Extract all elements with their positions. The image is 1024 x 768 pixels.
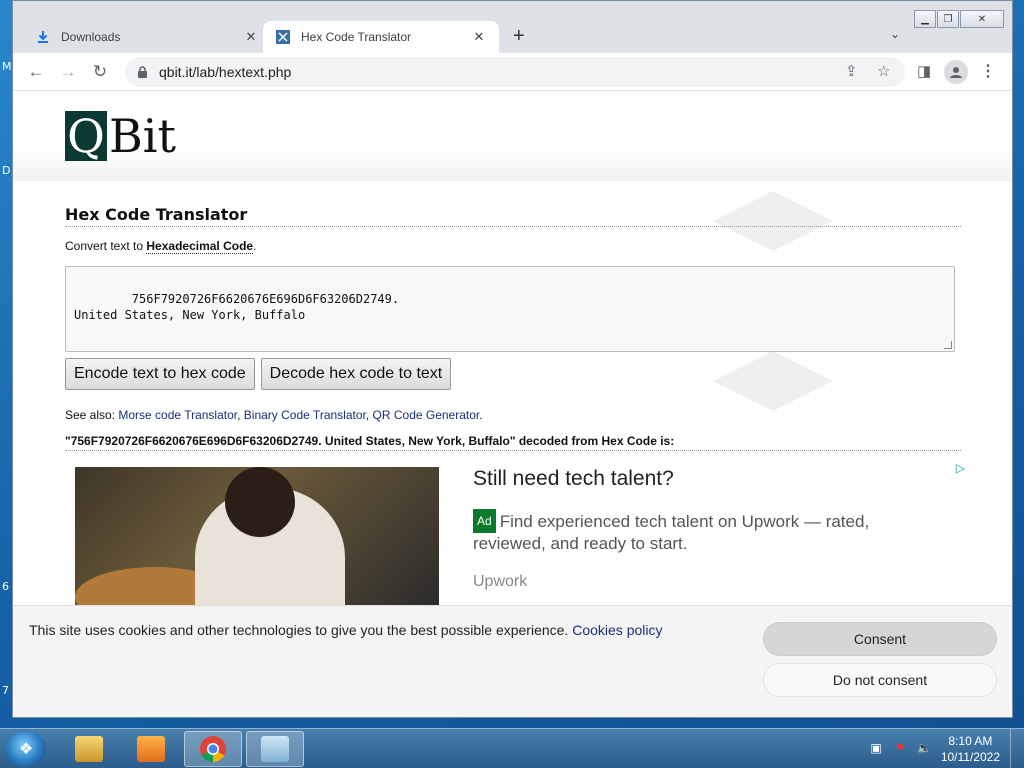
tab-downloads[interactable]: Downloads ✕ (23, 21, 271, 53)
download-icon (35, 29, 51, 45)
back-arrow-icon[interactable]: ← (25, 61, 47, 83)
minimize-button[interactable]: ▁ (914, 10, 936, 28)
share-icon[interactable]: ⇪ (845, 62, 858, 80)
desktop-icon-label: 7 (2, 684, 9, 697)
decode-button[interactable]: Decode hex code to text (260, 358, 452, 390)
system-clock[interactable]: 8:10 AM 10/11/2022 (941, 733, 1000, 765)
side-panel-icon[interactable]: ◨ (917, 62, 931, 80)
url-text: qbit.it/lab/hextext.php (159, 64, 292, 80)
close-icon[interactable]: ✕ (243, 29, 259, 45)
desktop-icon-label: D (2, 164, 11, 177)
desktop-icon-label: M (2, 60, 12, 73)
cookie-message: This site uses cookies and other technol… (29, 622, 662, 638)
subtitle: Convert text to Hexadecimal Code. (65, 239, 961, 254)
web-page: Q Bit Hex Code Translator Convert text t… (13, 91, 1012, 717)
more-menu-icon[interactable]: ⋮ (980, 61, 996, 81)
taskbar-media-player[interactable] (122, 731, 180, 767)
ad-image-head (225, 467, 295, 537)
encode-button[interactable]: Encode text to hex code (65, 358, 255, 390)
browser-toolbar: ← → ↻ qbit.it/lab/hextext.php ⇪ ☆ ◨ ⋮ (13, 53, 1012, 91)
close-icon[interactable]: ✕ (471, 29, 487, 45)
see-also-label: See also: (65, 408, 119, 422)
ad-brand[interactable]: Upwork (473, 573, 527, 591)
morse-code-link[interactable]: Morse code Translator (118, 408, 237, 422)
network-icon[interactable]: ▣ (868, 741, 884, 757)
folder-icon (75, 736, 103, 762)
ad-choices-icon[interactable]: ▷ (956, 461, 965, 475)
tab-title: Downloads (61, 30, 121, 44)
lock-icon (137, 65, 149, 79)
qr-code-link[interactable]: QR Code Generator (373, 408, 480, 422)
qbit-favicon (275, 29, 291, 45)
resize-handle[interactable] (944, 341, 952, 349)
qbit-logo[interactable]: Q Bit (65, 111, 176, 161)
show-desktop-button[interactable] (1010, 729, 1024, 768)
chrome-icon (200, 736, 226, 763)
logo-initial: Q (65, 111, 107, 161)
ad-body-text: Find experienced tech talent on Upwork —… (473, 512, 870, 553)
decoded-heading: "756F7920726F6620676E696D6F63206D2749. U… (65, 434, 961, 451)
desktop-icon-label: 6 (2, 580, 9, 593)
clock-time: 8:10 AM (948, 734, 993, 748)
subtitle-text: Convert text to (65, 239, 147, 253)
text-input-area[interactable]: 756F7920726F6620676E696D6F63206D2749. Un… (65, 266, 955, 352)
advertisement[interactable]: Still need tech talent? Ad Find experienc… (75, 461, 965, 617)
address-bar[interactable]: qbit.it/lab/hextext.php (125, 57, 905, 87)
taskbar-explorer[interactable] (60, 731, 118, 767)
cookie-banner: This site uses cookies and other technol… (13, 605, 1012, 717)
consent-button[interactable]: Consent (763, 622, 997, 656)
window-controls: ▁ ❐ ✕ (913, 10, 1004, 28)
star-icon[interactable]: ☆ (877, 62, 890, 80)
ad-body[interactable]: Ad Find experienced tech talent on Upwork… (473, 509, 913, 555)
notepad-icon (261, 736, 289, 762)
tab-strip: Downloads ✕ Hex Code Translator ✕ + ⌄ ▁ … (13, 1, 1012, 53)
cookies-policy-link[interactable]: Cookies policy (572, 622, 662, 638)
close-window-button[interactable]: ✕ (960, 10, 1004, 28)
tab-title: Hex Code Translator (301, 30, 412, 44)
taskbar-chrome[interactable] (184, 731, 242, 767)
translator-section: Hex Code Translator Convert text to Hexa… (65, 205, 961, 451)
browser-window: Downloads ✕ Hex Code Translator ✕ + ⌄ ▁ … (12, 0, 1013, 718)
textarea-value: 756F7920726F6620676E696D6F63206D2749. Un… (74, 292, 400, 322)
subtitle-punctuation: . (253, 239, 257, 253)
tab-hex-code-translator[interactable]: Hex Code Translator ✕ (263, 21, 499, 53)
button-row: Encode text to hex code Decode hex code … (65, 358, 961, 390)
media-player-icon (137, 736, 165, 762)
volume-icon[interactable]: 🔈 (916, 741, 932, 757)
see-also: See also: Morse code Translator, Binary … (65, 408, 483, 422)
action-center-icon[interactable]: ⚑ (892, 741, 908, 757)
page-title: Hex Code Translator (65, 205, 961, 227)
taskbar: ❖ ▣ ⚑ 🔈 8:10 AM 10/11/2022 (0, 728, 1024, 768)
ad-title[interactable]: Still need tech talent? (473, 467, 674, 491)
hexadecimal-code-link[interactable]: Hexadecimal Code (146, 239, 254, 254)
ad-image[interactable] (75, 467, 439, 617)
start-button[interactable]: ❖ (6, 731, 46, 767)
chevron-down-icon[interactable]: ⌄ (890, 27, 900, 41)
clock-date: 10/11/2022 (940, 750, 1000, 764)
binary-code-link[interactable]: Binary Code Translator (244, 408, 366, 422)
ad-badge: Ad (473, 509, 496, 533)
cookie-text: This site uses cookies and other technol… (29, 622, 569, 638)
new-tab-button[interactable]: + (513, 25, 525, 48)
logo-text: Bit (109, 109, 177, 163)
forward-arrow-icon[interactable]: → (57, 61, 79, 83)
taskbar-notepad[interactable] (246, 731, 304, 767)
maximize-button[interactable]: ❐ (937, 10, 959, 28)
profile-icon[interactable] (944, 60, 968, 84)
do-not-consent-button[interactable]: Do not consent (763, 663, 997, 697)
reload-icon[interactable]: ↻ (89, 61, 111, 83)
